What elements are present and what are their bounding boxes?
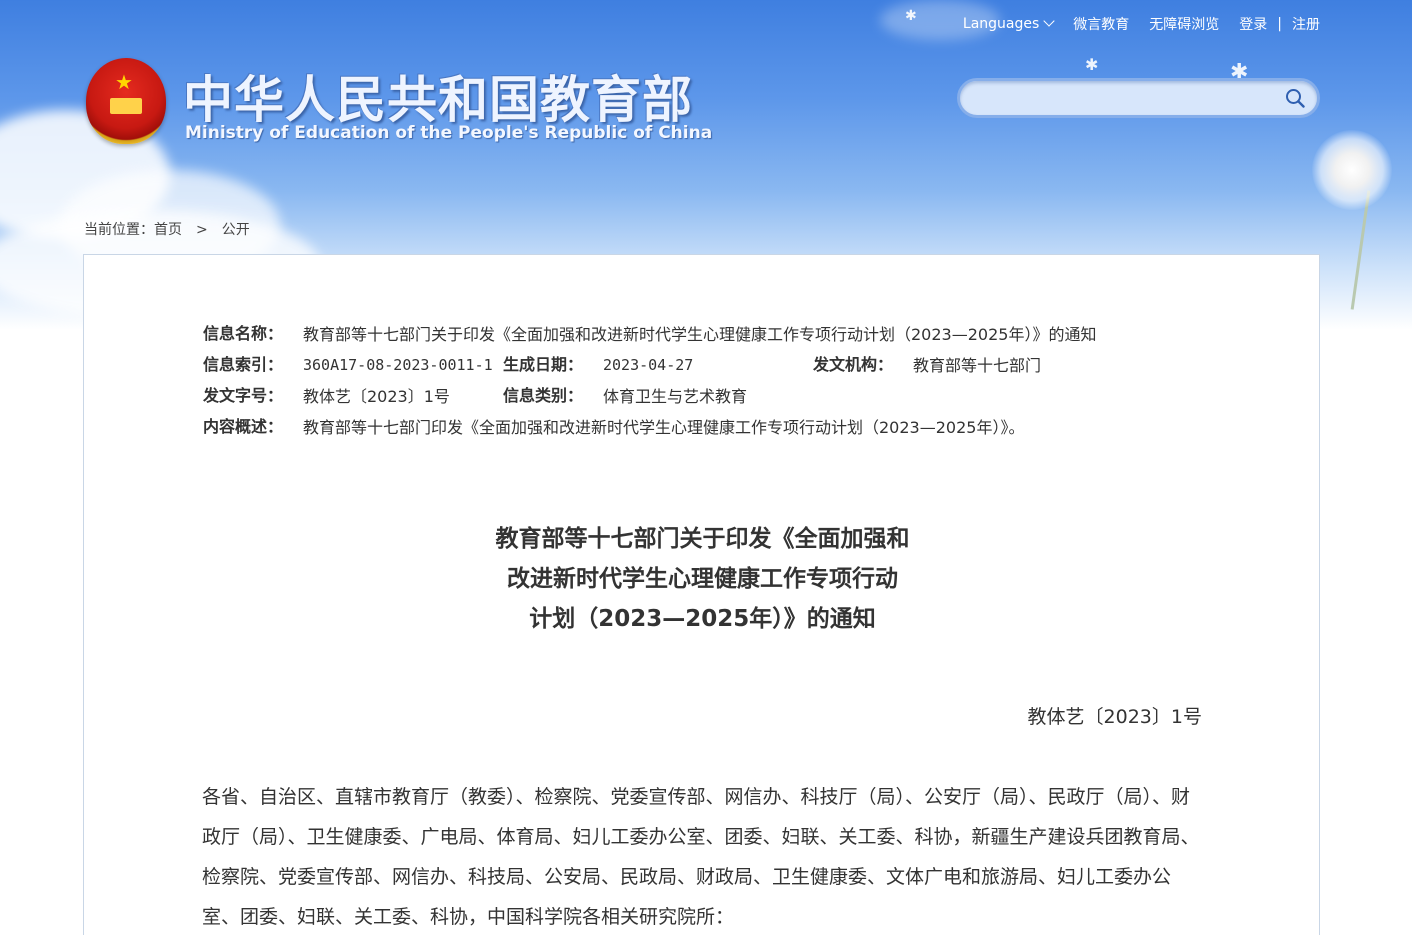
languages-label: Languages xyxy=(962,16,1040,32)
seed-decoration: ✱ xyxy=(905,8,917,24)
meta-name-label: 信息名称： xyxy=(203,326,284,343)
meta-row-name: 信息名称： 教育部等十七部门关于印发《全面加强和改进新时代学生心理健康工作专项行… xyxy=(203,319,1203,350)
document-number: 教体艺〔2023〕1号 xyxy=(1027,706,1202,728)
meta-index-value: 360A17-08-2023-0011-1 xyxy=(303,356,493,374)
search-icon[interactable] xyxy=(1285,88,1305,108)
login-link[interactable]: 登录 xyxy=(1239,14,1267,34)
national-emblem-logo[interactable]: ★ xyxy=(86,58,166,144)
content-panel: 信息名称： 教育部等十七部门关于印发《全面加强和改进新时代学生心理健康工作专项行… xyxy=(83,254,1320,935)
article-title-line: 教育部等十七部门关于印发《全面加强和 xyxy=(495,526,910,552)
accessible-browse-link[interactable]: 无障碍浏览 xyxy=(1149,14,1219,34)
link-separator: | xyxy=(1277,16,1282,32)
dandelion-decoration xyxy=(1312,130,1392,210)
meta-org-value: 教育部等十七部门 xyxy=(913,356,1042,375)
meta-row-summary: 内容概述： 教育部等十七部门印发《全面加强和改进新时代学生心理健康工作专项行动计… xyxy=(203,412,1203,443)
meta-summary-label: 内容概述： xyxy=(203,419,284,436)
breadcrumb-prefix: 当前位置： xyxy=(84,222,154,238)
meta-date-label: 生成日期： xyxy=(503,357,584,374)
breadcrumb: 当前位置：首页 > 公开 xyxy=(84,219,250,239)
meta-category-value: 体育卫生与艺术教育 xyxy=(603,387,748,406)
meta-summary-value: 教育部等十七部门印发《全面加强和改进新时代学生心理健康工作专项行动计划（2023… xyxy=(303,418,1025,437)
register-link[interactable]: 注册 xyxy=(1292,14,1320,34)
article-title: 教育部等十七部门关于印发《全面加强和 改进新时代学生心理健康工作专项行动 计划（… xyxy=(84,519,1321,639)
weiyan-link[interactable]: 微言教育 xyxy=(1073,14,1129,34)
meta-index-label: 信息索引： xyxy=(203,357,284,374)
gate-icon xyxy=(110,98,142,114)
search-input[interactable] xyxy=(974,87,1274,109)
top-links: Languages 微言教育 无障碍浏览 登录 | 注册 xyxy=(943,14,1320,34)
site-logo-subtitle: Ministry of Education of the People's Re… xyxy=(185,123,713,143)
meta-row-docno: 发文字号： 教体艺〔2023〕1号 信息类别： 体育卫生与艺术教育 xyxy=(203,381,1203,412)
chevron-down-icon xyxy=(1043,15,1055,27)
breadcrumb-current-link[interactable]: 公开 xyxy=(222,222,250,238)
meta-category-label: 信息类别： xyxy=(503,388,584,405)
languages-link[interactable]: Languages xyxy=(962,15,1055,32)
seed-decoration: ✱ xyxy=(1085,55,1099,74)
meta-row-index: 信息索引： 360A17-08-2023-0011-1 生成日期： 2023-0… xyxy=(203,350,1203,381)
meta-org-label: 发文机构： xyxy=(813,357,894,374)
meta-date-value: 2023-04-27 xyxy=(603,356,694,374)
article-body-paragraph: 各省、自治区、直辖市教育厅（教委）、检察院、党委宣传部、网信办、科技厅（局）、公… xyxy=(202,786,1200,928)
meta-name-value: 教育部等十七部门关于印发《全面加强和改进新时代学生心理健康工作专项行动计划（20… xyxy=(303,325,1097,344)
meta-docno-label: 发文字号： xyxy=(203,388,284,405)
site-logo-title[interactable]: 中华人民共和国教育部 xyxy=(183,60,693,132)
breadcrumb-home-link[interactable]: 首页 xyxy=(154,222,182,238)
meta-docno-value: 教体艺〔2023〕1号 xyxy=(303,387,450,406)
article-title-line: 改进新时代学生心理健康工作专项行动 xyxy=(507,566,898,592)
info-meta-table: 信息名称： 教育部等十七部门关于印发《全面加强和改进新时代学生心理健康工作专项行… xyxy=(203,319,1203,443)
star-icon: ★ xyxy=(115,70,133,94)
search-box xyxy=(957,78,1320,118)
breadcrumb-separator: > xyxy=(196,222,208,238)
article-title-line: 计划（2023—2025年）》的通知 xyxy=(529,606,876,632)
